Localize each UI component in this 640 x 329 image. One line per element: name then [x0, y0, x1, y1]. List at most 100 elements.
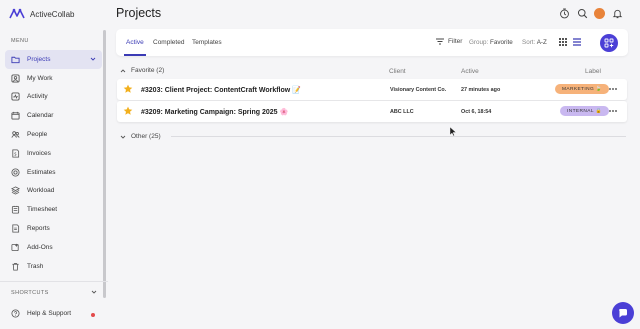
svg-text:$: $ — [14, 151, 17, 157]
calendar-icon — [11, 111, 20, 120]
project-label-badge[interactable]: INTERNAL 🔒 — [560, 106, 609, 116]
sidebar-item-activity[interactable]: Activity — [5, 88, 102, 107]
group-other-header[interactable]: Other (25) — [120, 133, 161, 140]
notification-dot — [91, 313, 95, 317]
brand-name: ActiveCollab — [30, 9, 75, 19]
sidebar-item-label: Workload — [27, 187, 55, 195]
sidebar-nav: Projects My Work Activity Calendar Peopl… — [5, 50, 102, 276]
tab-active[interactable]: Active — [126, 39, 144, 46]
add-project-button[interactable] — [600, 34, 618, 52]
group-favorite-label: Favorite (2) — [131, 67, 165, 74]
sort-value: A-Z — [536, 39, 547, 46]
workload-icon — [11, 186, 20, 196]
project-row[interactable]: #3209: Marketing Campaign: Spring 2025 🌸… — [117, 101, 627, 122]
chevron-down-icon — [120, 135, 126, 139]
sidebar-item-label: Trash — [27, 262, 44, 270]
sidebar-scrollbar[interactable] — [103, 30, 106, 298]
column-header-client[interactable]: Client — [389, 68, 406, 75]
group-favorite-header[interactable]: Favorite (2) — [120, 67, 164, 74]
tab-templates[interactable]: Templates — [192, 39, 222, 46]
sidebar: ActiveCollab MENU Projects My Work Activ… — [0, 0, 108, 329]
chevron-down-icon[interactable] — [90, 56, 96, 62]
sidebar-item-label: Estimates — [27, 168, 56, 176]
sort-selector[interactable]: Sort: A-Z — [522, 39, 547, 46]
project-name[interactable]: #3203: Client Project: ContentCraft Work… — [141, 86, 301, 94]
filter-button[interactable]: Filter — [436, 38, 462, 45]
chat-support-button[interactable] — [612, 302, 634, 324]
project-last-active: 27 minutes ago — [461, 86, 501, 93]
sidebar-item-people[interactable]: People — [5, 125, 102, 144]
folder-icon — [11, 55, 20, 64]
addons-icon — [11, 243, 20, 252]
group-other-label: Other (25) — [131, 133, 161, 140]
project-client: Visionary Content Co. — [390, 86, 447, 93]
grid-view-icon[interactable] — [559, 38, 567, 46]
sidebar-item-reports[interactable]: Reports — [5, 219, 102, 238]
trash-icon — [11, 262, 20, 271]
shortcuts-section-label[interactable]: SHORTCUTS — [11, 290, 49, 296]
menu-section-label: MENU — [11, 38, 29, 44]
search-icon[interactable] — [577, 8, 588, 19]
group-divider — [171, 136, 626, 137]
sidebar-item-add-ons[interactable]: Add-Ons — [5, 238, 102, 257]
help-icon — [11, 309, 20, 318]
chat-icon — [619, 309, 627, 318]
timesheet-icon — [11, 205, 20, 214]
timer-icon[interactable] — [559, 8, 570, 19]
reports-icon — [11, 224, 20, 233]
sidebar-item-projects[interactable]: Projects — [5, 50, 102, 69]
group-by-selector[interactable]: Group: Favorite — [469, 39, 513, 46]
chevron-up-icon — [120, 68, 126, 72]
sidebar-item-label: Calendar — [27, 112, 54, 120]
sidebar-item-label: Add-Ons — [27, 243, 53, 251]
user-square-icon — [11, 74, 20, 83]
project-name[interactable]: #3209: Marketing Campaign: Spring 2025 🌸 — [141, 108, 288, 116]
list-view-icon[interactable] — [573, 38, 581, 46]
project-label-badge[interactable]: MARKETING 🍃 — [555, 84, 610, 94]
brand-logo[interactable]: ActiveCollab — [9, 8, 74, 20]
tab-completed[interactable]: Completed — [153, 39, 184, 46]
filter-icon — [436, 38, 444, 45]
people-icon — [11, 130, 20, 139]
project-last-active: Oct 6, 18:54 — [461, 108, 492, 115]
projects-toolbar: Active Completed Templates Filter Group:… — [116, 29, 628, 56]
help-label: Help & Support — [27, 310, 72, 317]
invoice-icon: $ — [11, 149, 20, 158]
sidebar-item-estimates[interactable]: Estimates — [5, 163, 102, 182]
bell-icon[interactable] — [612, 8, 623, 19]
column-header-label[interactable]: Label — [585, 68, 601, 75]
page-title: Projects — [116, 6, 162, 20]
group-prefix: Group: — [469, 39, 489, 46]
project-row[interactable]: #3203: Client Project: ContentCraft Work… — [117, 79, 627, 100]
sidebar-item-calendar[interactable]: Calendar — [5, 106, 102, 125]
chevron-down-icon[interactable] — [91, 289, 97, 295]
sidebar-item-my-work[interactable]: My Work — [5, 69, 102, 88]
sidebar-item-label: Timesheet — [27, 206, 58, 214]
sidebar-item-label: Activity — [27, 93, 48, 101]
filter-label: Filter — [448, 38, 463, 45]
sidebar-item-label: Invoices — [27, 149, 51, 157]
avatar[interactable] — [594, 8, 605, 19]
activecollab-logo-icon — [9, 8, 25, 19]
sort-prefix: Sort: — [522, 39, 536, 46]
help-and-support-link[interactable]: Help & Support — [11, 309, 71, 318]
add-grid-icon — [604, 38, 614, 48]
sidebar-item-timesheet[interactable]: Timesheet — [5, 200, 102, 219]
sidebar-item-invoices[interactable]: $ Invoices — [5, 144, 102, 163]
more-options-icon[interactable] — [609, 110, 617, 112]
sidebar-item-label: My Work — [27, 74, 53, 82]
column-header-active[interactable]: Active — [461, 68, 479, 75]
star-icon[interactable] — [123, 106, 133, 116]
estimate-icon — [11, 168, 20, 177]
sidebar-item-trash[interactable]: Trash — [5, 257, 102, 276]
star-icon[interactable] — [123, 84, 133, 94]
sidebar-item-workload[interactable]: Workload — [5, 182, 102, 201]
sidebar-item-label: Reports — [27, 225, 50, 233]
project-client: ABC LLC — [390, 108, 414, 115]
sidebar-item-label: People — [27, 131, 48, 139]
mouse-cursor-icon — [450, 127, 456, 136]
more-options-icon[interactable] — [609, 88, 617, 90]
active-tab-indicator — [124, 54, 146, 56]
sidebar-item-label: Projects — [27, 55, 51, 63]
activity-icon — [11, 92, 20, 102]
